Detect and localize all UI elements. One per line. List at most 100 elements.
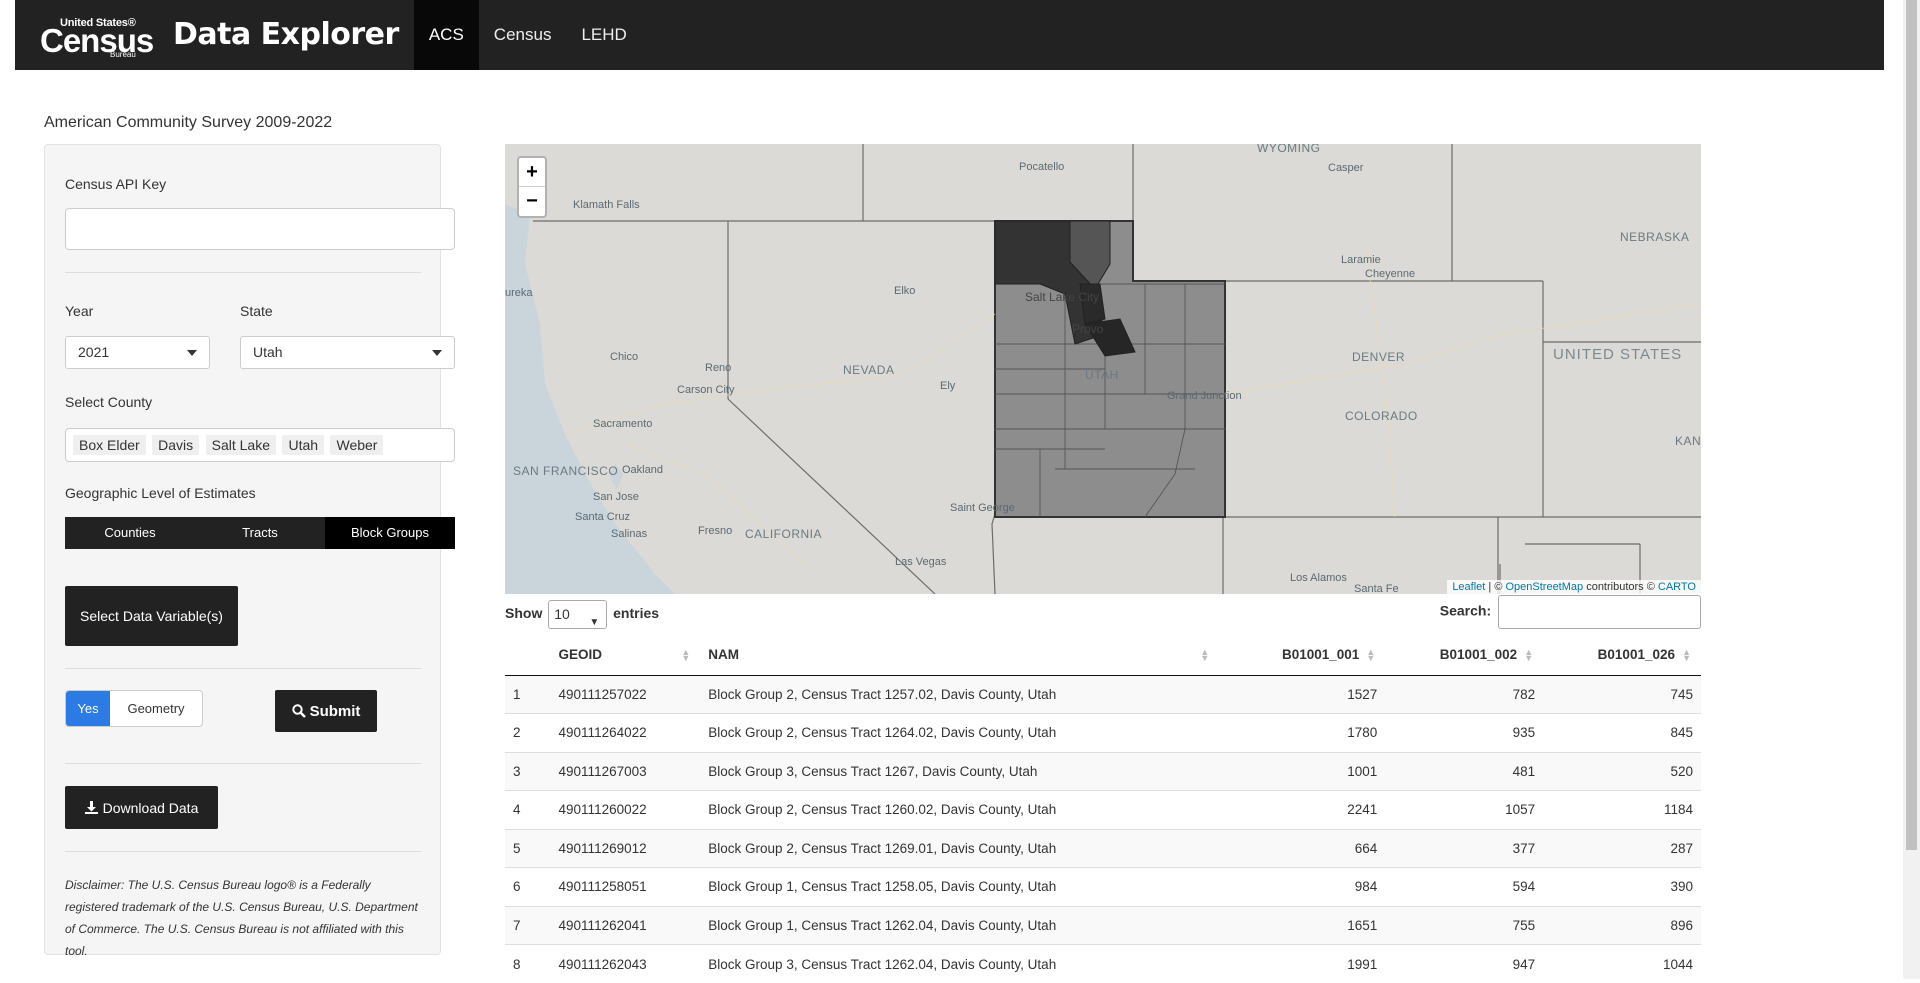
b01001-026-cell: 390 [1543,868,1701,907]
sort-icon: ▲▼ [1200,649,1209,661]
page-title: American Community Survey 2009-2022 [44,114,332,132]
name-cell: Block Group 2, Census Tract 1257.02, Dav… [700,675,1219,714]
census-bureau-logo[interactable]: United States® Census Bureau [40,0,155,70]
map-label: Provo [1072,322,1103,336]
column-header-b01001-026[interactable]: B01001_026▲▼ [1543,635,1701,675]
name-cell: Block Group 3, Census Tract 1267, Davis … [700,752,1219,791]
b01001-002-cell: 782 [1385,675,1543,714]
api-key-input[interactable] [65,208,455,250]
map-label: Reno [705,362,731,374]
column-header-b01001-001[interactable]: B01001_001▲▼ [1219,635,1385,675]
b01001-026-cell: 520 [1543,752,1701,791]
sort-icon: ▲▼ [1366,649,1375,661]
b01001-002-cell: 947 [1385,945,1543,983]
geometry-toggle[interactable]: Yes Geometry [65,690,203,727]
b01001-001-cell: 664 [1219,829,1385,868]
app-title: Data Explorer [173,0,399,70]
b01001-001-cell: 1001 [1219,752,1385,791]
scrollbar-thumb[interactable] [1906,0,1917,850]
map-label: San Jose [593,491,639,503]
download-icon [85,801,98,814]
year-select[interactable]: 2021 [65,336,210,369]
b01001-001-cell: 984 [1219,868,1385,907]
table-row[interactable]: 8490111262043Block Group 3, Census Tract… [505,945,1701,983]
b01001-001-cell: 1527 [1219,675,1385,714]
leaflet-link[interactable]: Leaflet [1452,581,1485,593]
tab-acs[interactable]: ACS [414,0,479,70]
county-multiselect[interactable]: Box Elder Davis Salt Lake Utah Weber [65,428,455,462]
county-chip[interactable]: Utah [282,435,324,455]
tab-lehd[interactable]: LEHD [566,0,641,70]
state-label: State [240,303,273,319]
map-label: ureka [505,287,533,299]
county-chip[interactable]: Weber [330,435,383,455]
top-navbar: United States® Census Bureau Data Explor… [15,0,1884,70]
table-row[interactable]: 1490111257022Block Group 2, Census Tract… [505,675,1701,714]
sort-icon: ▲▼ [1524,649,1533,661]
chevron-down-icon: ▼ [589,609,599,636]
map-attribution: Leaflet | © OpenStreetMap contributors ©… [1447,580,1701,594]
submit-button[interactable]: Submit [275,690,377,732]
table-row[interactable]: 5490111269012Block Group 2, Census Tract… [505,829,1701,868]
geometry-toggle-on[interactable]: Yes [66,691,110,726]
name-cell: Block Group 1, Census Tract 1262.04, Dav… [700,906,1219,945]
column-header-index[interactable] [505,635,551,675]
carto-link[interactable]: CARTO [1658,581,1696,593]
table-row[interactable]: 6490111258051Block Group 1, Census Tract… [505,868,1701,907]
geo-option-counties[interactable]: Counties [65,517,195,549]
map-label: Sacramento [593,418,652,430]
entries-length-select[interactable]: 10▼ [548,600,607,629]
chevron-down-icon [187,350,197,356]
state-select[interactable]: Utah [240,336,455,369]
map-label: COLORADO [1345,409,1418,423]
page-scrollbar[interactable] [1903,0,1920,979]
map-label: SAN FRANCISCO [513,464,618,478]
map-view[interactable]: WYOMING Pocatello Casper Klamath Falls N… [505,144,1701,594]
county-chip[interactable]: Davis [152,435,199,455]
table-row[interactable]: 7490111262041Block Group 1, Census Tract… [505,906,1701,945]
map-label: DENVER [1352,350,1405,364]
county-chip[interactable]: Box Elder [73,435,146,455]
tab-census[interactable]: Census [479,0,567,70]
geo-level-selector: Counties Tracts Block Groups [65,517,455,549]
table-row[interactable]: 2490111264022Block Group 2, Census Tract… [505,714,1701,753]
geo-option-tracts[interactable]: Tracts [195,517,325,549]
b01001-026-cell: 745 [1543,675,1701,714]
geometry-toggle-label[interactable]: Geometry [110,691,202,726]
b01001-026-cell: 287 [1543,829,1701,868]
column-header-b01001-002[interactable]: B01001_002▲▼ [1385,635,1543,675]
map-label: CALIFORNIA [745,527,822,541]
geoid-cell: 490111267003 [551,752,701,791]
table-row[interactable]: 4490111260022Block Group 2, Census Tract… [505,791,1701,830]
map-label: Ely [940,380,955,392]
zoom-out-button[interactable]: − [519,187,545,216]
b01001-002-cell: 935 [1385,714,1543,753]
map-label: Elko [894,285,915,297]
table-search: Search: [1440,595,1701,629]
b01001-026-cell: 845 [1543,714,1701,753]
b01001-002-cell: 1057 [1385,791,1543,830]
download-data-button[interactable]: Download Data [65,786,218,829]
map-label: Oakland [622,464,663,476]
select-data-variables-button[interactable]: Select Data Variable(s) [65,586,238,646]
zoom-in-button[interactable]: + [519,158,545,187]
map-label: UNITED STATES [1553,346,1682,363]
county-chip[interactable]: Salt Lake [206,435,276,455]
row-index: 6 [505,868,551,907]
geo-option-block-groups[interactable]: Block Groups [325,517,455,549]
table-row[interactable]: 3490111267003Block Group 3, Census Tract… [505,752,1701,791]
b01001-026-cell: 1044 [1543,945,1701,983]
table-header-row: GEOID▲▼ NAM▲▼ B01001_001▲▼ B01001_002▲▼ … [505,635,1701,675]
table-search-input[interactable] [1498,595,1701,629]
map-label: Santa Cruz [575,511,630,523]
divider [65,272,421,273]
sidebar-panel: Census API Key Year State 2021 Utah Sele… [44,144,441,955]
column-header-geoid[interactable]: GEOID▲▼ [551,635,701,675]
search-icon [292,704,306,718]
column-header-nam[interactable]: NAM▲▼ [700,635,1219,675]
map-label: Salinas [611,528,647,540]
b01001-001-cell: 1780 [1219,714,1385,753]
osm-link[interactable]: OpenStreetMap [1505,581,1583,593]
map-label: Saint George [950,502,1015,514]
row-index: 5 [505,829,551,868]
